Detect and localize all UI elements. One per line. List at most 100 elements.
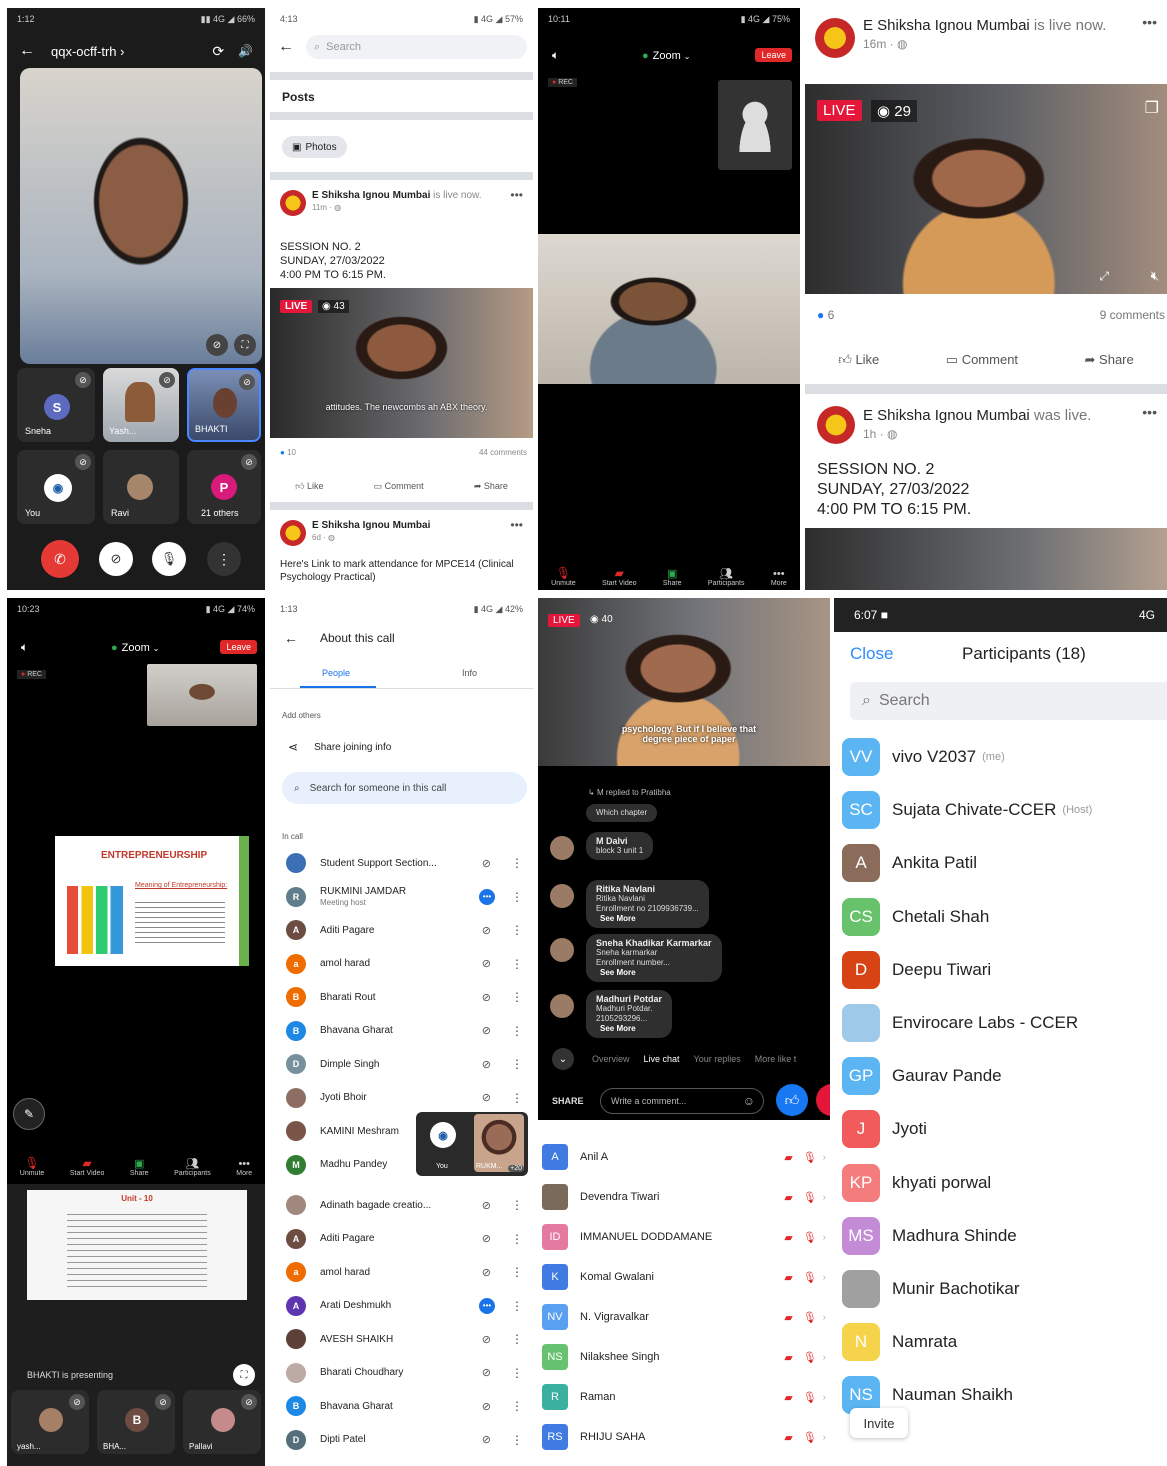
start-video-button[interactable]: ▰ Start Video	[602, 566, 637, 587]
love-reaction-button[interactable]	[816, 1084, 830, 1116]
page-name[interactable]: E Shiksha Ignou Mumbai	[312, 520, 430, 532]
chat-message[interactable]: M Dalvi block 3 unit 1	[550, 832, 654, 860]
list-item[interactable]: KP khyati porwal	[834, 1160, 1167, 1206]
more-options-icon[interactable]: ⋮	[511, 923, 523, 937]
comment-input[interactable]: Write a comment... ☺	[600, 1088, 764, 1114]
live-video[interactable]: LIVE ◉ 29 ❐ ⤢ 🔇︎	[805, 84, 1167, 294]
more-options-icon[interactable]: ⋮	[511, 990, 523, 1004]
share-button[interactable]: ▣ Share	[130, 1157, 149, 1177]
list-item[interactable]: D Dimple Singh ⊘ ⋮	[270, 1049, 533, 1079]
unmute-button[interactable]: 🎙 Unmute	[20, 1156, 45, 1177]
tab-people[interactable]: People	[322, 668, 350, 678]
more-options-icon[interactable]: ⋮	[511, 1024, 523, 1038]
search-people-input[interactable]: ⌕ Search for someone in this call	[282, 772, 527, 804]
see-more-link[interactable]: See More	[600, 914, 636, 923]
list-item[interactable]: MS Madhura Shinde	[834, 1213, 1167, 1259]
live-video[interactable]: LIVE ◉ 43 attitudes. The newcombs ah ABX…	[270, 288, 533, 438]
share-joining-info[interactable]: ⋖ Share joining info	[288, 740, 391, 754]
list-item[interactable]: D Dipti Patel ⊘ ⋮	[270, 1425, 533, 1455]
list-item[interactable]: N Namrata	[834, 1319, 1167, 1365]
list-item[interactable]: B Bhavana Gharat ⊘ ⋮	[270, 1016, 533, 1046]
comment-button[interactable]: ▭ Comment	[374, 481, 424, 492]
share-button[interactable]: SHARE	[552, 1096, 584, 1106]
zoom-title[interactable]: ● Zoom ⌄	[111, 642, 159, 654]
zoom-title[interactable]: ● Zoom ⌄	[642, 50, 690, 62]
list-item[interactable]: A Arati Deshmukh ••• ⋮	[270, 1291, 533, 1321]
more-options-icon[interactable]: •••	[510, 518, 523, 532]
page-name[interactable]: E Shiksha Ignou Mumbai	[863, 17, 1030, 34]
participant-tile[interactable]: Ravi	[103, 450, 179, 524]
page-name[interactable]: E Shiksha Ignou Mumbai	[312, 190, 430, 201]
see-more-link[interactable]: See More	[600, 968, 636, 977]
list-item[interactable]: a amol harad ⊘ ⋮	[270, 1257, 533, 1287]
chat-message[interactable]: Which chapter	[550, 804, 658, 822]
chat-message[interactable]: Sneha Khadikar Karmarkar Sneha karmarkar …	[550, 934, 722, 982]
list-item[interactable]: R Raman ▰ 🎙 ›	[538, 1380, 830, 1414]
more-button[interactable]: ••• More	[771, 568, 787, 587]
mute-icon[interactable]: 🔇︎	[1151, 268, 1159, 284]
camera-off-button[interactable]: ⊘	[99, 542, 133, 576]
search-input[interactable]: ⌕ Search	[306, 35, 527, 59]
live-video[interactable]: LIVE ◉ 40 psychology. But if I believe t…	[538, 598, 830, 766]
tab-your-replies[interactable]: Your replies	[694, 1054, 741, 1064]
like-button[interactable]: 👍︎ Like	[295, 481, 323, 492]
comment-count[interactable]: 44 comments	[479, 448, 527, 457]
more-options-icon[interactable]: ⋮	[511, 1232, 523, 1246]
participant-tile[interactable]: S ⊘ Sneha	[17, 368, 95, 442]
list-item[interactable]: Jyoti Bhoir ⊘ ⋮	[270, 1083, 533, 1113]
page-name[interactable]: E Shiksha Ignou Mumbai	[863, 407, 1030, 424]
unmute-button[interactable]: 🎙 Unmute	[551, 566, 576, 587]
fullscreen-icon[interactable]: ⛶	[234, 334, 256, 356]
self-video-tile[interactable]	[718, 80, 792, 170]
meeting-code[interactable]: qqx-ocff-trh ›	[51, 44, 124, 59]
participant-tile[interactable]: P ⊘ 21 others	[187, 450, 261, 524]
list-item[interactable]: Envirocare Labs - CCER	[834, 1000, 1167, 1046]
more-options-icon[interactable]: •••	[1142, 14, 1157, 30]
list-item[interactable]: Bharati Choudhary ⊘ ⋮	[270, 1358, 533, 1388]
list-item[interactable]: RS RHIJU SAHA ▰ 🎙 ›	[538, 1420, 830, 1454]
more-button[interactable]: ••• More	[236, 1158, 252, 1177]
more-options-icon[interactable]: ⋮	[511, 1265, 523, 1279]
list-item[interactable]: K Komal Gwalani ▰ 🎙 ›	[538, 1260, 830, 1294]
more-options-icon[interactable]: ⋮	[511, 1433, 523, 1447]
chat-message[interactable]: Ritika Navlani Ritika Navlani Enrollment …	[550, 880, 709, 928]
close-button[interactable]: Close	[850, 644, 893, 664]
more-options-icon[interactable]: ⋮	[511, 1299, 523, 1313]
video-thumbnail[interactable]	[805, 528, 1167, 590]
comment-count[interactable]: 9 comments	[1100, 308, 1165, 322]
chat-message[interactable]: Madhuri Potdar Madhuri Potdar. 2105293296…	[550, 990, 673, 1038]
more-options-icon[interactable]: ⋮	[511, 1332, 523, 1346]
search-input[interactable]: ⌕ Search	[850, 682, 1167, 720]
speaker-icon[interactable]: 🔈︎	[21, 640, 28, 655]
tab-live-chat[interactable]: Live chat	[644, 1054, 680, 1064]
expand-icon[interactable]: ⤢	[1099, 269, 1109, 284]
leave-button[interactable]: Leave	[220, 640, 257, 654]
list-item[interactable]: B Bhavana Gharat ⊘ ⋮	[270, 1391, 533, 1421]
like-button[interactable]: 👍︎ Like	[838, 352, 879, 368]
more-options-icon[interactable]: •••	[1142, 404, 1157, 420]
emoji-icon[interactable]: ☺	[743, 1094, 755, 1108]
speaker-icon[interactable]: 🔈︎	[552, 48, 559, 63]
more-options-icon[interactable]: ⋮	[511, 1366, 523, 1380]
list-item[interactable]: A Aditi Pagare ⊘ ⋮	[270, 915, 533, 945]
leave-button[interactable]: Leave	[755, 48, 792, 62]
pip-window[interactable]: ◉ You RUKM... +20	[416, 1112, 528, 1176]
tab-more-like-this[interactable]: More like t	[755, 1054, 797, 1064]
participant-tile[interactable]: ⊘ Pallavi	[183, 1390, 261, 1454]
like-reaction-button[interactable]: 👍︎	[776, 1084, 808, 1116]
more-options-icon[interactable]: ⋮	[511, 890, 523, 904]
invite-button[interactable]: Invite	[850, 1408, 908, 1438]
photos-chip[interactable]: ▣ Photos	[282, 136, 347, 158]
back-arrow-icon[interactable]: ←	[278, 38, 294, 56]
participant-tile[interactable]: B ⊘ BHA...	[97, 1390, 175, 1454]
share-button[interactable]: ▣ Share	[663, 567, 682, 587]
participant-tile[interactable]: ⊘ BHAKTI	[187, 368, 261, 442]
list-item[interactable]: J Jyoti	[834, 1106, 1167, 1152]
mic-off-button[interactable]: 🎙	[152, 542, 186, 576]
list-item[interactable]: D Deepu Tiwari	[834, 947, 1167, 993]
more-options-icon[interactable]: ⋮	[207, 542, 241, 576]
list-item[interactable]: A Ankita Patil	[834, 840, 1167, 886]
more-options-icon[interactable]: ⋮	[511, 1399, 523, 1413]
list-item[interactable]: A Aditi Pagare ⊘ ⋮	[270, 1224, 533, 1254]
tab-info[interactable]: Info	[462, 668, 477, 678]
